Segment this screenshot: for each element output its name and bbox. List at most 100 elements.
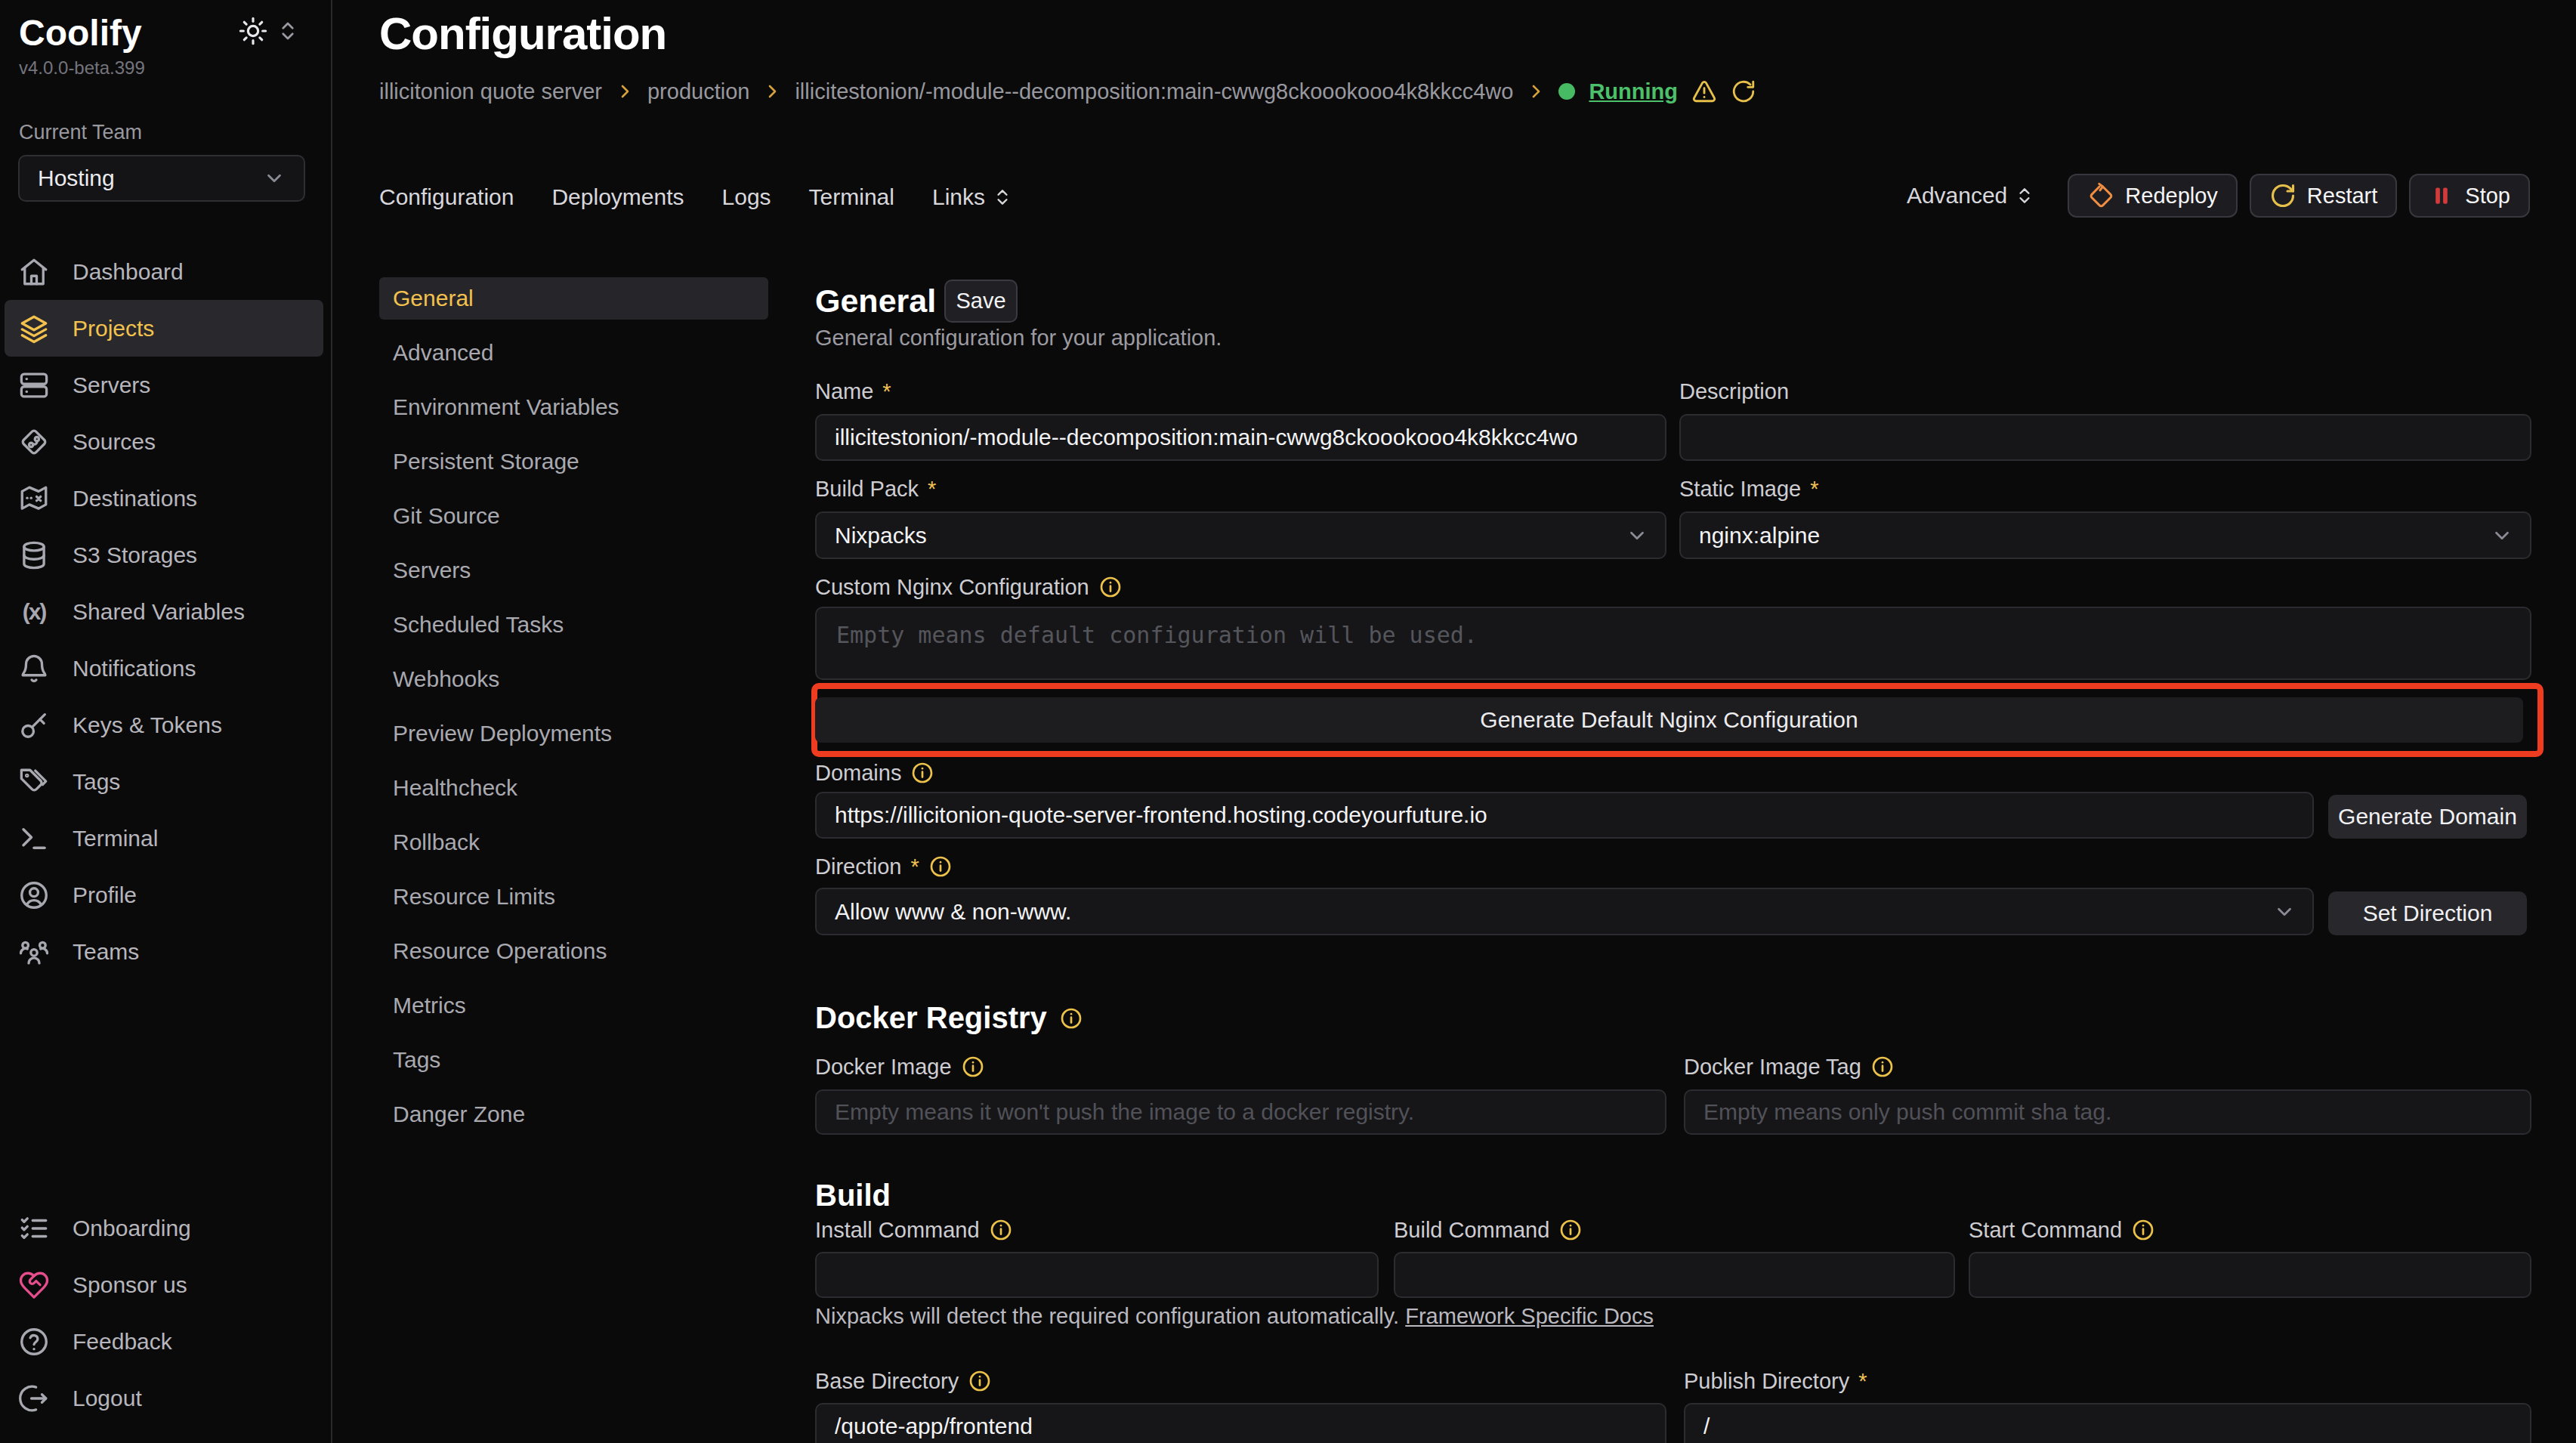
status-badge[interactable]: Running (1589, 79, 1678, 104)
subnav-advanced[interactable]: Advanced (379, 326, 768, 380)
install-command-input[interactable] (815, 1252, 1379, 1298)
subnav-persistent-storage[interactable]: Persistent Storage (379, 434, 768, 489)
breadcrumb-environment[interactable]: production (647, 79, 749, 104)
generate-nginx-config-button[interactable]: Generate Default Nginx Configuration (815, 697, 2523, 743)
save-button[interactable]: Save (944, 280, 1018, 323)
info-icon[interactable] (989, 1218, 1013, 1242)
advanced-dropdown[interactable]: Advanced (1907, 183, 2034, 209)
docker-image-tag-input[interactable] (1684, 1089, 2531, 1135)
sidebar-item-tags[interactable]: Tags (0, 753, 329, 810)
info-icon[interactable] (968, 1369, 992, 1393)
subnav-rollback[interactable]: Rollback (379, 815, 768, 870)
sidebar-item-dashboard[interactable]: Dashboard (0, 243, 329, 300)
subnav-healthcheck[interactable]: Healthcheck (379, 761, 768, 815)
sidebar-item-onboarding[interactable]: Onboarding (0, 1200, 329, 1256)
info-icon[interactable] (1098, 575, 1123, 599)
warning-icon[interactable] (1691, 79, 1717, 104)
sidebar-item-notifications[interactable]: Notifications (0, 640, 329, 697)
sidebar-item-terminal[interactable]: Terminal (0, 810, 329, 867)
tab-configuration[interactable]: Configuration (379, 184, 514, 210)
sidebar-item-profile[interactable]: Profile (0, 867, 329, 923)
tab-terminal[interactable]: Terminal (809, 184, 894, 210)
static-image-select[interactable]: nginx:alpine (1679, 511, 2531, 559)
subnav-resource-operations[interactable]: Resource Operations (379, 924, 768, 978)
sidebar-item-feedback[interactable]: Feedback (0, 1313, 329, 1370)
tab-deployments[interactable]: Deployments (551, 184, 684, 210)
info-icon[interactable] (910, 761, 934, 785)
subnav-git-source[interactable]: Git Source (379, 489, 768, 543)
custom-nginx-textarea[interactable] (815, 607, 2531, 680)
subnav-danger-zone[interactable]: Danger Zone (379, 1087, 768, 1142)
theme-chevrons-icon[interactable] (276, 20, 299, 42)
restart-button[interactable]: Restart (2250, 174, 2397, 218)
help-circle-icon (18, 1326, 50, 1358)
general-form: General Save General configuration for y… (815, 278, 2531, 1443)
framework-docs-link[interactable]: Framework Specific Docs (1405, 1304, 1654, 1328)
subnav-preview-deployments[interactable]: Preview Deployments (379, 706, 768, 761)
build-command-label: Build Command (1394, 1217, 1583, 1243)
info-icon[interactable] (928, 854, 953, 879)
publish-directory-input[interactable] (1684, 1403, 2531, 1443)
terminal-icon (18, 823, 50, 854)
team-select[interactable]: Hosting (18, 155, 305, 202)
build-pack-select[interactable]: Nixpacks (815, 511, 1666, 559)
generate-domain-button[interactable]: Generate Domain (2328, 795, 2527, 839)
action-bar: Advanced Redeploy Restart Stop (1907, 174, 2530, 218)
sidebar-footer-nav: Onboarding Sponsor us Feedback Logout (0, 1200, 329, 1426)
start-command-input[interactable] (1969, 1252, 2531, 1298)
settings-subnav: General Advanced Environment Variables P… (379, 271, 768, 1142)
sidebar-item-destinations[interactable]: Destinations (0, 470, 329, 527)
chevrons-up-down-icon (2015, 186, 2034, 205)
sidebar-item-sources[interactable]: Sources (0, 413, 329, 470)
description-input[interactable] (1679, 414, 2531, 461)
domains-input[interactable] (815, 792, 2314, 839)
subnav-scheduled-tasks[interactable]: Scheduled Tasks (379, 598, 768, 652)
sidebar-item-teams[interactable]: Teams (0, 923, 329, 980)
info-icon[interactable] (1059, 1006, 1083, 1030)
refresh-icon[interactable] (1731, 79, 1756, 104)
sidebar-item-projects[interactable]: Projects (5, 300, 323, 357)
stop-button[interactable]: Stop (2409, 174, 2530, 218)
set-direction-button[interactable]: Set Direction (2328, 891, 2527, 935)
layers-icon (18, 313, 50, 345)
theme-sun-icon[interactable] (239, 17, 267, 45)
subnav-webhooks[interactable]: Webhooks (379, 652, 768, 706)
build-command-input[interactable] (1394, 1252, 1955, 1298)
section-caption: General configuration for your applicati… (815, 326, 1222, 351)
docker-image-input[interactable] (815, 1089, 1666, 1135)
tab-links[interactable]: Links (932, 184, 1012, 210)
name-input[interactable] (815, 414, 1666, 461)
info-icon[interactable] (961, 1055, 985, 1079)
key-icon (18, 709, 50, 741)
server-icon (18, 369, 50, 401)
sidebar-item-s3-storages[interactable]: S3 Storages (0, 527, 329, 583)
tab-logs[interactable]: Logs (722, 184, 771, 210)
chevron-down-icon (1626, 524, 1648, 547)
breadcrumb-application[interactable]: illicitestonion/-module--decomposition:m… (795, 79, 1513, 104)
info-icon[interactable] (2131, 1218, 2155, 1242)
sidebar-item-logout[interactable]: Logout (0, 1370, 329, 1426)
sidebar-item-servers[interactable]: Servers (0, 357, 329, 413)
subnav-environment-variables[interactable]: Environment Variables (379, 380, 768, 434)
custom-nginx-label: Custom Nginx Configuration (815, 574, 1123, 600)
sidebar-item-keys-tokens[interactable]: Keys & Tokens (0, 697, 329, 753)
direction-select[interactable]: Allow www & non-www. (815, 888, 2314, 935)
name-label: Name* (815, 379, 891, 404)
breadcrumb: illicitonion quote server production ill… (379, 76, 1756, 107)
subnav-servers[interactable]: Servers (379, 543, 768, 598)
subnav-metrics[interactable]: Metrics (379, 978, 768, 1033)
home-icon (18, 256, 50, 288)
redeploy-button[interactable]: Redeploy (2068, 174, 2238, 218)
subnav-tags[interactable]: Tags (379, 1033, 768, 1087)
subnav-resource-limits[interactable]: Resource Limits (379, 870, 768, 924)
chevron-down-icon (2273, 901, 2296, 923)
base-directory-input[interactable] (815, 1403, 1666, 1443)
sidebar-item-shared-variables[interactable]: (x) Shared Variables (0, 583, 329, 640)
sidebar-item-sponsor[interactable]: Sponsor us (0, 1256, 329, 1313)
info-icon[interactable] (1870, 1055, 1895, 1079)
breadcrumb-project[interactable]: illicitonion quote server (379, 79, 602, 104)
bell-icon (18, 653, 50, 684)
tab-bar: Configuration Deployments Logs Terminal … (379, 175, 1012, 219)
info-icon[interactable] (1558, 1218, 1583, 1242)
subnav-general[interactable]: General (379, 271, 768, 326)
